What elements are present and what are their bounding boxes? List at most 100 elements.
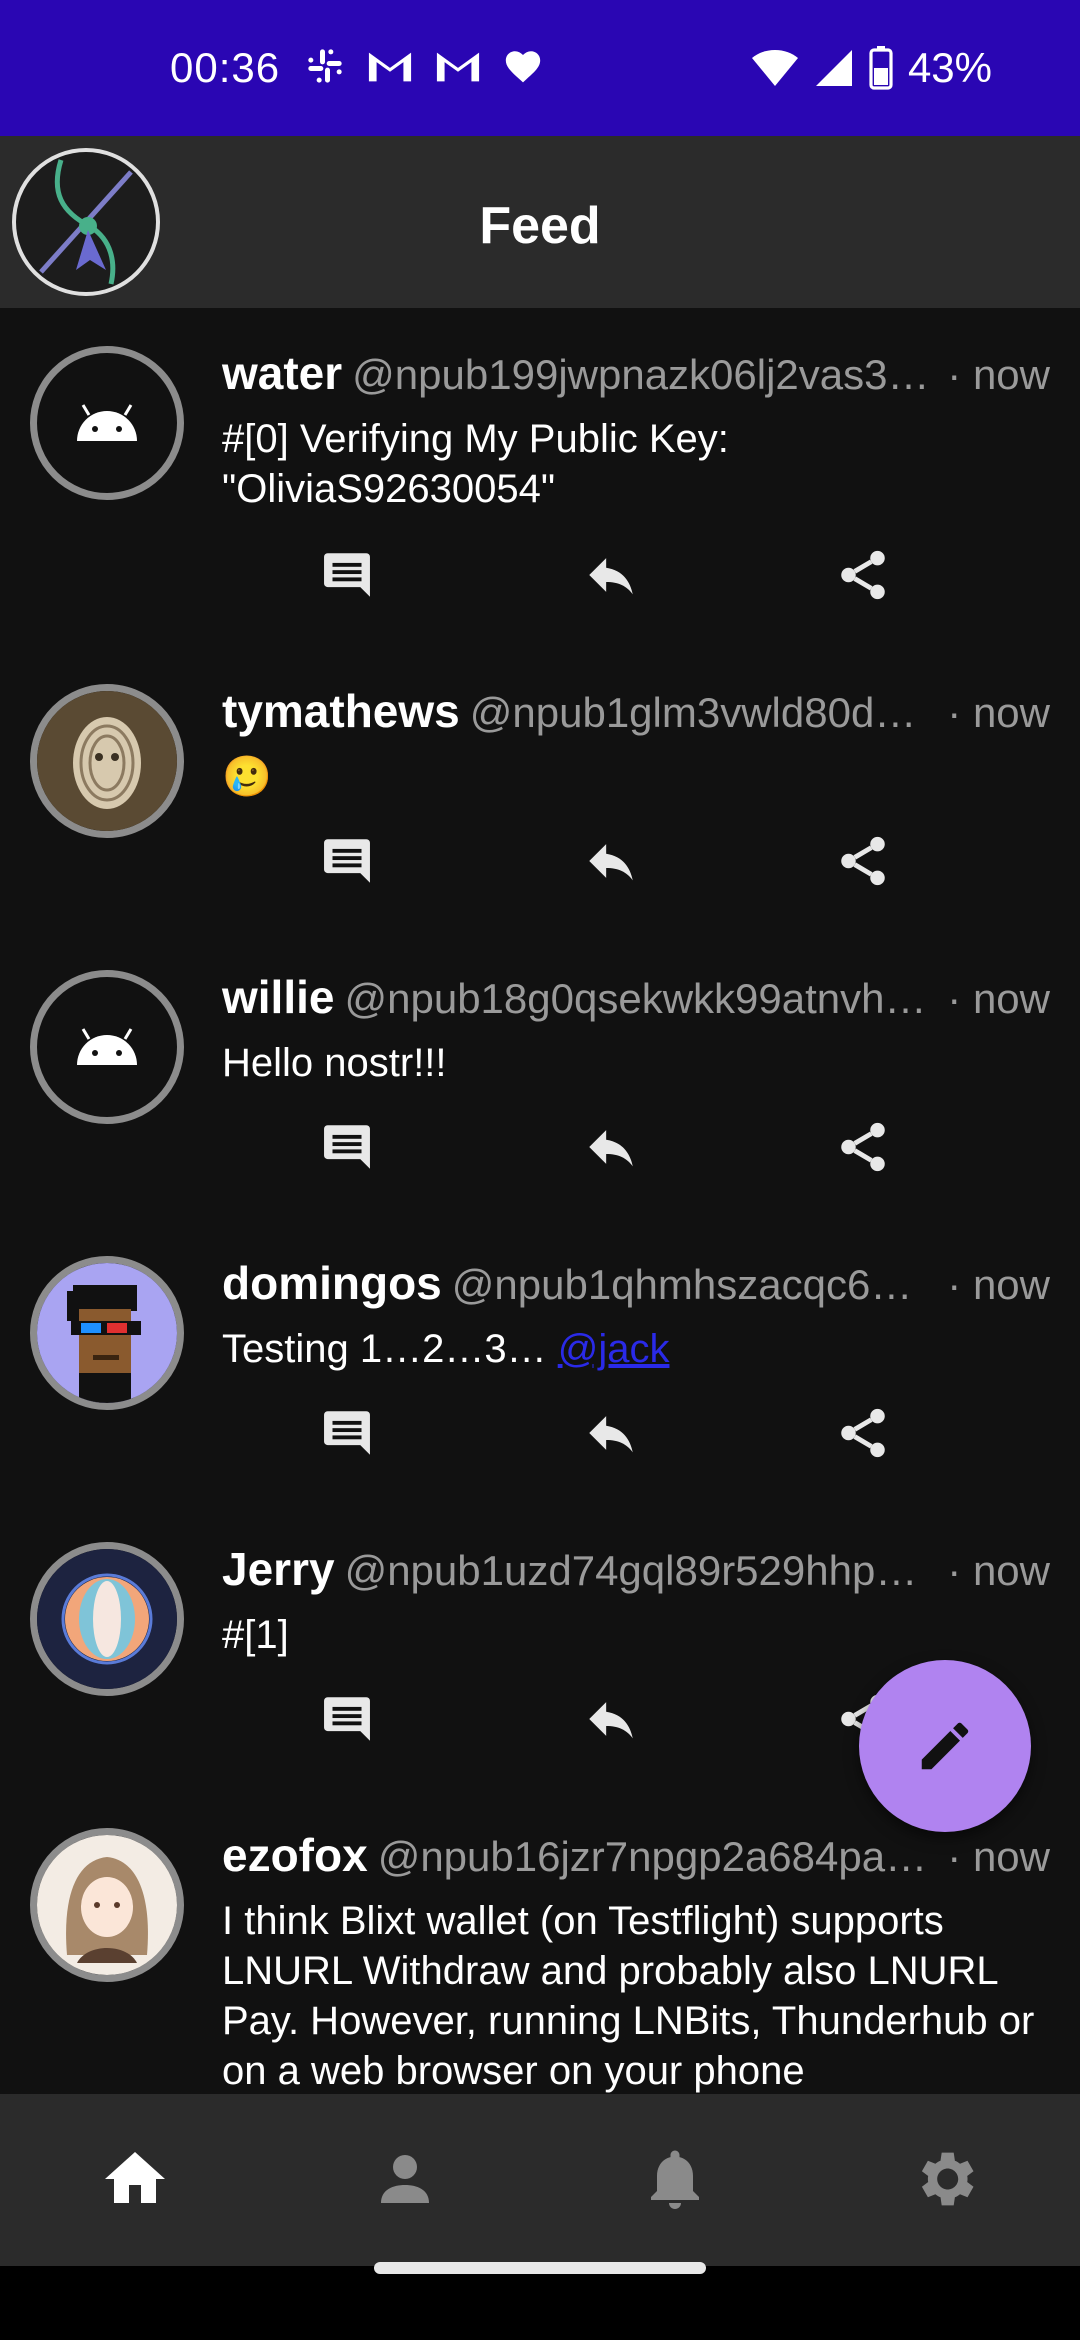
post-header: willie @npub18g0qsekwkk99atnvhx… · now (222, 970, 1050, 1030)
author-name[interactable]: tymathews (222, 684, 460, 738)
share-icon (841, 836, 885, 886)
post-time: · now (947, 1547, 1050, 1594)
post-content: I think Blixt wallet (on Testflight) sup… (222, 1899, 1035, 2093)
post-header: ezofox @npub16jzr7npgp2a684pas… · now (222, 1828, 1050, 1888)
share-icon (841, 1408, 885, 1458)
mention-link[interactable]: @jack (558, 1327, 670, 1371)
status-bar: 00:36 43% (0, 0, 1080, 136)
comment-button[interactable] (312, 1112, 382, 1182)
post-actions (0, 826, 1080, 896)
avatar[interactable] (30, 1256, 184, 1410)
gmail-icon (436, 52, 480, 82)
nav-settings[interactable] (900, 2134, 990, 2224)
status-right: 43% (750, 44, 992, 92)
post-actions (0, 1398, 1080, 1468)
post-header: tymathews @npub1glm3vwld80dc… · now (222, 684, 1050, 744)
comment-button[interactable] (312, 1684, 382, 1754)
post-time: · now (947, 689, 1050, 736)
author-name[interactable]: domingos (222, 1256, 442, 1310)
avatar[interactable] (30, 346, 184, 500)
share-button[interactable] (828, 826, 898, 896)
nav-home[interactable] (90, 2134, 180, 2224)
avatar[interactable] (30, 684, 184, 838)
avatar[interactable] (30, 1828, 184, 1982)
profile-icon (381, 2155, 429, 2203)
page-title: Feed (479, 197, 601, 255)
gesture-area (0, 2266, 1080, 2340)
post-item[interactable]: ezofox @npub16jzr7npgp2a684pas… · now I … (0, 1828, 1080, 2094)
battery-level: 43% (907, 44, 992, 91)
share-icon (841, 550, 885, 600)
post-content: Hello nostr!!! (222, 1041, 447, 1085)
nav-profile[interactable] (360, 2134, 450, 2224)
pixel-punk-avatar-image (37, 1263, 177, 1403)
author-handle: @npub18g0qsekwkk99atnvhx… (344, 975, 934, 1022)
wifi-icon (751, 50, 798, 86)
signal-icon (815, 50, 852, 86)
author-handle: @npub16jzr7npgp2a684pas… (377, 1833, 934, 1880)
reply-icon (589, 1130, 633, 1167)
comment-button[interactable] (312, 826, 382, 896)
gesture-handle[interactable] (374, 2262, 706, 2274)
post-header: water @npub199jwpnazk06lj2vas3… · now (222, 346, 1050, 406)
comment-button[interactable] (312, 1398, 382, 1468)
share-button[interactable] (828, 1112, 898, 1182)
nav-notifications[interactable] (630, 2134, 720, 2224)
pencil-icon (921, 1722, 969, 1770)
heart-icon (505, 51, 541, 83)
compose-button[interactable] (859, 1660, 1031, 1832)
orb-avatar-image (37, 1549, 177, 1689)
author-handle: @npub199jwpnazk06lj2vas3… (352, 351, 930, 398)
comment-button[interactable] (312, 540, 382, 610)
author-handle: @npub1glm3vwld80dc… (469, 689, 934, 736)
gmail-icon (368, 52, 412, 82)
sculpture-avatar-image (37, 691, 177, 831)
android-icon (77, 1028, 137, 1065)
share-button[interactable] (828, 540, 898, 610)
home-icon (105, 2152, 165, 2203)
anime-avatar-image (37, 1835, 177, 1975)
reply-button[interactable] (576, 1398, 646, 1468)
settings-icon (921, 2152, 974, 2206)
reply-icon (589, 1702, 633, 1739)
post-time: · now (947, 975, 1050, 1022)
author-name[interactable]: ezofox (222, 1828, 368, 1882)
post-time: · now (947, 351, 1050, 398)
author-name[interactable]: water (222, 346, 342, 400)
comment-icon (324, 1411, 370, 1455)
reply-button[interactable] (576, 826, 646, 896)
notification-icons (305, 46, 543, 86)
share-icon (841, 1122, 885, 1172)
comment-icon (324, 553, 370, 597)
post-content: Testing 1…2…3… @jack (222, 1324, 1040, 1374)
post-content: 🥲 (222, 755, 272, 799)
avatar[interactable] (30, 970, 184, 1124)
reply-button[interactable] (576, 540, 646, 610)
reply-button[interactable] (576, 1112, 646, 1182)
author-handle: @npub1qhmhszacqc6k… (451, 1261, 934, 1308)
avatar[interactable] (30, 1542, 184, 1696)
share-button[interactable] (828, 1398, 898, 1468)
comment-icon (324, 1125, 370, 1169)
post-time: · now (947, 1261, 1050, 1308)
reply-icon (589, 844, 633, 881)
post-text: Testing 1…2…3… (222, 1327, 547, 1371)
post-content: #[1] (222, 1613, 289, 1657)
author-name[interactable]: Jerry (222, 1542, 335, 1596)
comment-icon (324, 1697, 370, 1741)
post-actions (0, 540, 1080, 610)
reply-icon (589, 1416, 633, 1453)
slack-icon (308, 49, 342, 83)
app-bar: Feed (0, 136, 1080, 308)
battery-icon (869, 46, 893, 90)
bottom-navigation (0, 2094, 1080, 2266)
post-actions (0, 1112, 1080, 1182)
post-time: · now (947, 1833, 1050, 1880)
reply-icon (589, 558, 633, 595)
reply-button[interactable] (576, 1684, 646, 1754)
comment-icon (324, 839, 370, 883)
status-time: 00:36 (170, 44, 281, 91)
post-header: Jerry @npub1uzd74gql89r529hhpy… · now (222, 1542, 1050, 1602)
author-name[interactable]: willie (222, 970, 334, 1024)
author-handle: @npub1uzd74gql89r529hhpy… (344, 1547, 934, 1594)
